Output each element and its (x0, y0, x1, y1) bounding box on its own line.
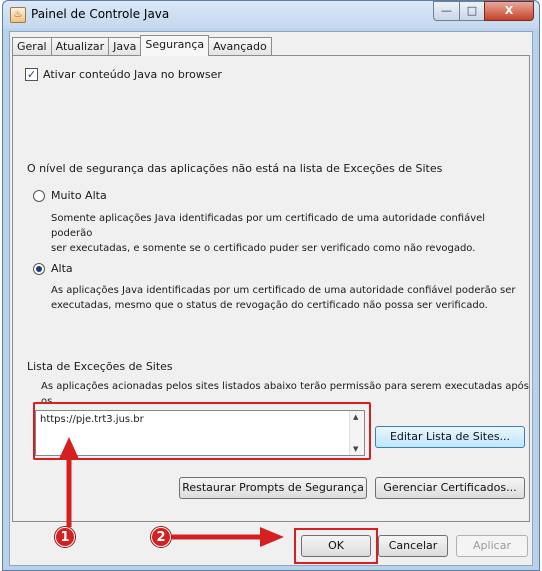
scroll-down-icon[interactable]: ▼ (353, 445, 358, 453)
level-high-option[interactable]: Alta (33, 262, 73, 275)
maximize-button[interactable]: □ (459, 1, 485, 21)
security-tab-panel: ✓ Ativar conteúdo Java no browser O níve… (12, 55, 530, 522)
window-client-area: Geral Atualizar Java Segurança Avançado … (9, 31, 533, 566)
very-high-radio[interactable] (33, 189, 45, 202)
tab-seguranca[interactable]: Segurança (140, 35, 210, 56)
high-label: Alta (51, 262, 73, 275)
step-marker-1: 1 (55, 527, 75, 547)
high-radio[interactable] (33, 262, 45, 275)
very-high-description-line-2: ser executadas, e somente se o certifica… (51, 243, 476, 254)
restore-prompts-button[interactable]: Restaurar Prompts de Segurança (179, 477, 367, 499)
enable-java-checkbox[interactable]: ✓ (25, 68, 38, 81)
java-control-panel-window: ♨ Painel de Controle Java — □ X Geral At… (2, 0, 540, 571)
level-very-high-option[interactable]: Muito Alta (33, 189, 107, 202)
close-button[interactable]: X (484, 1, 534, 21)
java-cup-icon: ♨ (10, 7, 26, 23)
tab-avancado[interactable]: Avançado (208, 37, 272, 56)
scroll-up-icon[interactable]: ▲ (353, 413, 358, 421)
exception-list-title: Lista de Exceções de Sites (27, 360, 173, 373)
tab-strip: Geral Atualizar Java Segurança Avançado (12, 35, 272, 56)
manage-certificates-button[interactable]: Gerenciar Certificados... (375, 477, 525, 499)
high-description: As aplicações Java identificadas por um … (51, 283, 521, 313)
tab-geral[interactable]: Geral (12, 37, 52, 56)
list-item[interactable]: https://pje.trt3.jus.br (40, 414, 144, 425)
cancel-button[interactable]: Cancelar (378, 535, 448, 557)
title-bar[interactable]: ♨ Painel de Controle Java — □ X (3, 1, 539, 29)
security-level-message: O nível de segurança das aplicações não … (27, 162, 443, 175)
tab-atualizar[interactable]: Atualizar (50, 37, 110, 56)
minimize-button[interactable]: — (433, 1, 460, 21)
exception-site-list[interactable]: https://pje.trt3.jus.br ▲ ▼ (35, 410, 365, 456)
very-high-description: Somente aplicações Java identificadas po… (51, 211, 521, 256)
window-title: Painel de Controle Java (31, 7, 170, 21)
tab-java[interactable]: Java (108, 37, 142, 56)
enable-java-option[interactable]: ✓ Ativar conteúdo Java no browser (25, 68, 222, 81)
step-marker-2: 2 (151, 527, 171, 547)
high-description-line-2: executadas, mesmo que o status de revoga… (51, 300, 488, 311)
very-high-label: Muito Alta (51, 189, 107, 202)
high-description-line-1: As aplicações Java identificadas por um … (51, 285, 516, 296)
apply-button[interactable]: Aplicar (456, 535, 528, 557)
edit-site-list-button[interactable]: Editar Lista de Sites... (375, 426, 525, 448)
site-list-scrollbar[interactable]: ▲ ▼ (349, 411, 364, 455)
ok-button[interactable]: OK (301, 535, 371, 557)
very-high-description-line-1: Somente aplicações Java identificadas po… (51, 213, 486, 239)
exception-description-line-1: As aplicações acionadas pelos sites list… (41, 381, 530, 407)
enable-java-label: Ativar conteúdo Java no browser (43, 68, 222, 81)
